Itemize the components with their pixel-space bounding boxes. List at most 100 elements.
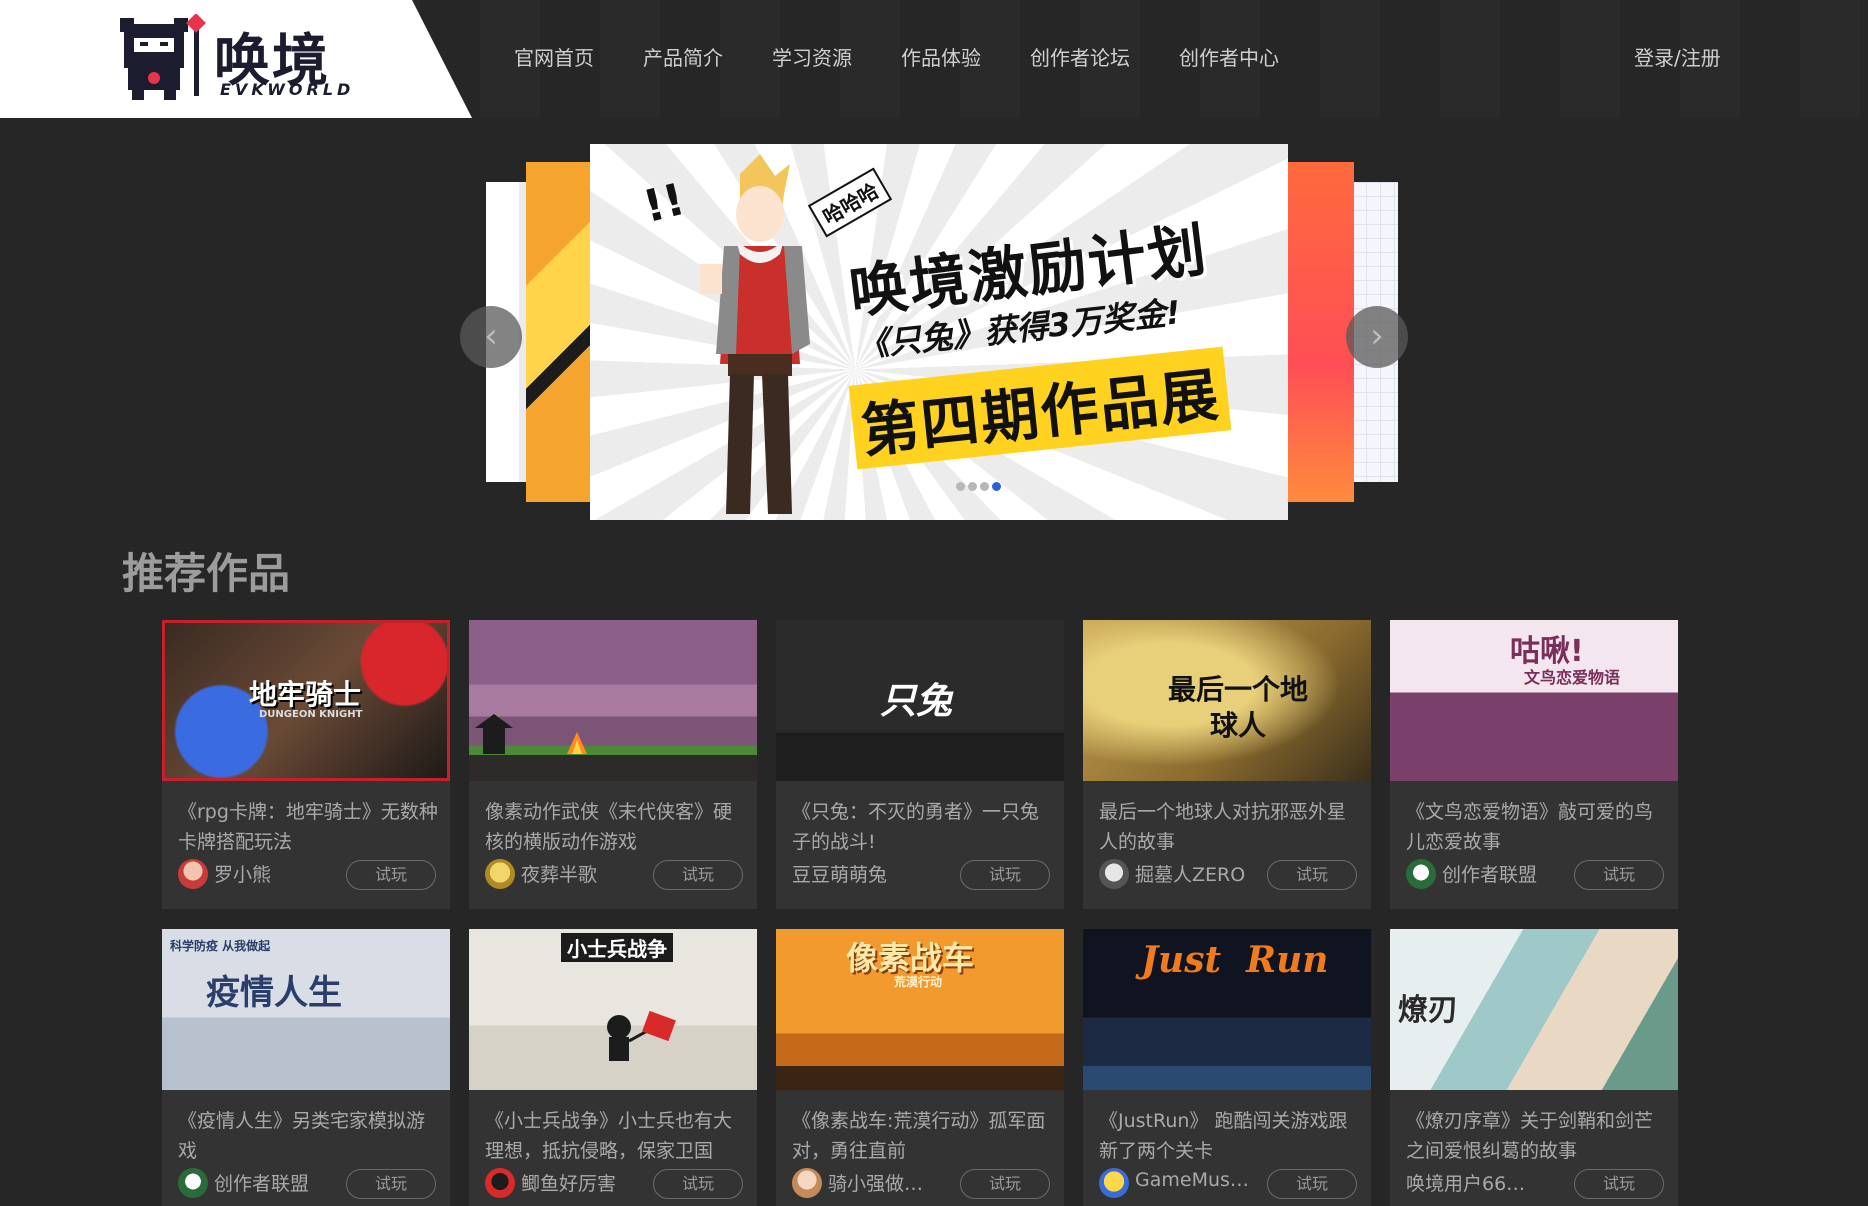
game-thumbnail[interactable]: Just Run xyxy=(1083,929,1371,1090)
game-card[interactable]: 燎刃 《燎刃序章》关于剑鞘和剑芒之间爱恨纠葛的故事 唤境用户66… 试玩 xyxy=(1390,929,1678,1206)
soldier-flag-illustration xyxy=(607,1010,676,1061)
carousel-slide-active[interactable]: !! 哈哈哈 唤境激励计划 《只兔》获得3万奖金! 第四期作品展 xyxy=(590,144,1288,520)
game-card[interactable]: 小士兵战争 《小士兵战争》小士兵也有大理想，抵抗侵略，保家卫国 鲫鱼好厉害 试玩 xyxy=(469,929,757,1206)
try-play-button[interactable]: 试玩 xyxy=(1267,860,1357,890)
thumbnail-title: 疫情人生 xyxy=(206,973,342,1013)
login-register-link[interactable]: 登录/注册 xyxy=(1634,42,1721,71)
game-description: 《文鸟恋爱物语》敲可爱的鸟儿恋爱故事 xyxy=(1406,801,1654,853)
ninja-logo-icon xyxy=(120,14,206,100)
carousel-dot[interactable] xyxy=(956,482,965,491)
thumbnail-title: 最后一个地球人 xyxy=(1167,673,1308,742)
card-footer: 唤境用户66… 试玩 xyxy=(1406,1167,1664,1199)
nav-creator-center[interactable]: 创作者中心 xyxy=(1179,42,1279,71)
thumbnail-subtitle: DUNGEON KNIGHT xyxy=(259,709,363,720)
thumbnail-title: Just Run xyxy=(1141,939,1329,981)
carousel-dot-active[interactable] xyxy=(992,482,1001,491)
thumbnail-subtitle: 荒漠行动 xyxy=(894,975,943,989)
try-play-button[interactable]: 试玩 xyxy=(346,860,436,890)
author-name[interactable]: 罗小熊 xyxy=(214,860,271,887)
try-play-button[interactable]: 试玩 xyxy=(346,1169,436,1199)
game-card[interactable]: 只兔 《只兔：不灭的勇者》一只兔子的战斗! 豆豆萌萌兔 试玩 xyxy=(776,620,1064,909)
game-thumbnail[interactable]: 燎刃 xyxy=(1390,929,1678,1090)
game-thumbnail[interactable]: 像素战车 荒漠行动 xyxy=(776,929,1064,1090)
carousel-slide-left[interactable] xyxy=(526,162,598,502)
game-description: 《JustRun》 跑酷闯关游戏跟新了两个关卡 xyxy=(1099,1110,1348,1162)
author-avatar xyxy=(178,859,208,889)
author-avatar xyxy=(1099,1168,1129,1198)
carousel-dot[interactable] xyxy=(980,482,989,491)
author-avatar xyxy=(485,859,515,889)
thumbnail-subtitle: 文鸟恋爱物语 xyxy=(1524,668,1621,687)
try-play-button[interactable]: 试玩 xyxy=(960,1169,1050,1199)
game-description: 《像素战车:荒漠行动》孤军面对，勇往直前 xyxy=(792,1110,1046,1162)
game-thumbnail[interactable]: 最后一个地球人 xyxy=(1083,620,1371,781)
game-description: 《rpg卡牌：地牢骑士》无数种卡牌搭配玩法 xyxy=(178,801,438,853)
game-thumbnail[interactable]: 咕啾! 文鸟恋爱物语 xyxy=(1390,620,1678,781)
game-card[interactable]: 最后一个地球人 最后一个地球人对抗邪恶外星人的故事 掘墓人ZERO 试玩 xyxy=(1083,620,1371,909)
try-play-button[interactable]: 试玩 xyxy=(960,860,1050,890)
card-footer: 掘墓人ZERO 试玩 xyxy=(1099,858,1357,890)
carousel-slide-right[interactable] xyxy=(1288,162,1354,502)
try-play-button[interactable]: 试玩 xyxy=(1574,860,1664,890)
card-footer: 罗小熊 试玩 xyxy=(178,858,436,890)
game-thumbnail[interactable]: 科学防疫 从我做起 疫情人生 xyxy=(162,929,450,1090)
try-play-button[interactable]: 试玩 xyxy=(653,860,743,890)
carousel-pagination xyxy=(956,482,1001,491)
game-description: 《小士兵战争》小士兵也有大理想，抵抗侵略，保家卫国 xyxy=(485,1110,733,1162)
carousel-next-arrow-icon[interactable]: › xyxy=(1346,306,1408,368)
banner-footer-text: 第四期作品展 xyxy=(848,346,1232,470)
thumbnail-title: 只兔 xyxy=(880,681,953,722)
author-name[interactable]: GameMus… xyxy=(1135,1169,1249,1191)
card-footer: 创作者联盟 试玩 xyxy=(1406,858,1664,890)
card-footer: 鲫鱼好厉害 试玩 xyxy=(485,1167,743,1199)
author-name[interactable]: 鲫鱼好厉害 xyxy=(521,1169,616,1196)
nav-learning[interactable]: 学习资源 xyxy=(772,42,852,71)
game-description: 像素动作武侠《末代侠客》硬核的横版动作游戏 xyxy=(485,801,733,853)
author-avatar xyxy=(485,1168,515,1198)
game-card[interactable]: Just Run 《JustRun》 跑酷闯关游戏跟新了两个关卡 GameMus… xyxy=(1083,929,1371,1206)
thumbnail-title: 燎刃 xyxy=(1398,993,1458,1028)
game-description: 《只兔：不灭的勇者》一只兔子的战斗! xyxy=(792,801,1040,853)
nav-works[interactable]: 作品体验 xyxy=(901,42,981,71)
game-card[interactable]: 像素战车 荒漠行动 《像素战车:荒漠行动》孤军面对，勇往直前 骑小强做… 试玩 xyxy=(776,929,1064,1206)
nav-product-intro[interactable]: 产品简介 xyxy=(643,42,723,71)
author-name[interactable]: 掘墓人ZERO xyxy=(1135,860,1245,887)
hero-character-illustration xyxy=(700,154,810,514)
game-card[interactable]: 地牢骑士 DUNGEON KNIGHT 《rpg卡牌：地牢骑士》无数种卡牌搭配玩… xyxy=(162,620,450,909)
try-play-button[interactable]: 试玩 xyxy=(653,1169,743,1199)
card-footer: 创作者联盟 试玩 xyxy=(178,1167,436,1199)
card-footer: 骑小强做… 试玩 xyxy=(792,1167,1050,1199)
author-name[interactable]: 骑小强做… xyxy=(828,1169,923,1196)
author-avatar xyxy=(792,1168,822,1198)
carousel-prev-arrow-icon[interactable]: ‹ xyxy=(460,306,522,368)
author-name[interactable]: 创作者联盟 xyxy=(214,1169,309,1196)
game-card[interactable]: 科学防疫 从我做起 疫情人生 《疫情人生》另类宅家模拟游戏 创作者联盟 试玩 xyxy=(162,929,450,1206)
carousel-dot[interactable] xyxy=(968,482,977,491)
logo-english-text: EVKWORLD xyxy=(220,80,355,99)
game-thumbnail[interactable]: 小士兵战争 xyxy=(469,929,757,1090)
nav-forum[interactable]: 创作者论坛 xyxy=(1030,42,1130,71)
logo-panel[interactable]: 唤境 EVKWORLD xyxy=(0,0,472,118)
author-avatar xyxy=(178,1168,208,1198)
thumbnail-title: 地牢骑士 xyxy=(249,678,362,711)
nav-home[interactable]: 官网首页 xyxy=(514,42,594,71)
author-name[interactable]: 创作者联盟 xyxy=(1442,860,1537,887)
author-avatar xyxy=(1406,859,1436,889)
banner-carousel: !! 哈哈哈 唤境激励计划 《只兔》获得3万奖金! 第四期作品展 ‹ › xyxy=(460,140,1420,530)
thumbnail-subtitle: 科学防疫 从我做起 xyxy=(170,939,271,953)
author-name[interactable]: 豆豆萌萌兔 xyxy=(792,860,887,887)
try-play-button[interactable]: 试玩 xyxy=(1574,1169,1664,1199)
game-card[interactable]: 咕啾! 文鸟恋爱物语 《文鸟恋爱物语》敲可爱的鸟儿恋爱故事 创作者联盟 试玩 xyxy=(1390,620,1678,909)
game-description: 《疫情人生》另类宅家模拟游戏 xyxy=(178,1110,426,1162)
card-footer: 豆豆萌萌兔 试玩 xyxy=(792,858,1050,890)
game-description: 《燎刃序章》关于剑鞘和剑芒之间爱恨纠葛的故事 xyxy=(1406,1110,1654,1162)
author-avatar xyxy=(1099,859,1129,889)
game-thumbnail[interactable]: 只兔 xyxy=(776,620,1064,781)
author-name[interactable]: 夜葬半歌 xyxy=(521,860,597,887)
game-card-grid: 地牢骑士 DUNGEON KNIGHT 《rpg卡牌：地牢骑士》无数种卡牌搭配玩… xyxy=(162,620,1682,1206)
try-play-button[interactable]: 试玩 xyxy=(1267,1169,1357,1199)
game-thumbnail[interactable]: 地牢骑士 DUNGEON KNIGHT xyxy=(162,620,450,781)
author-name[interactable]: 唤境用户66… xyxy=(1406,1169,1525,1196)
game-thumbnail[interactable] xyxy=(469,620,757,781)
game-card[interactable]: 像素动作武侠《末代侠客》硬核的横版动作游戏 夜葬半歌 试玩 xyxy=(469,620,757,909)
